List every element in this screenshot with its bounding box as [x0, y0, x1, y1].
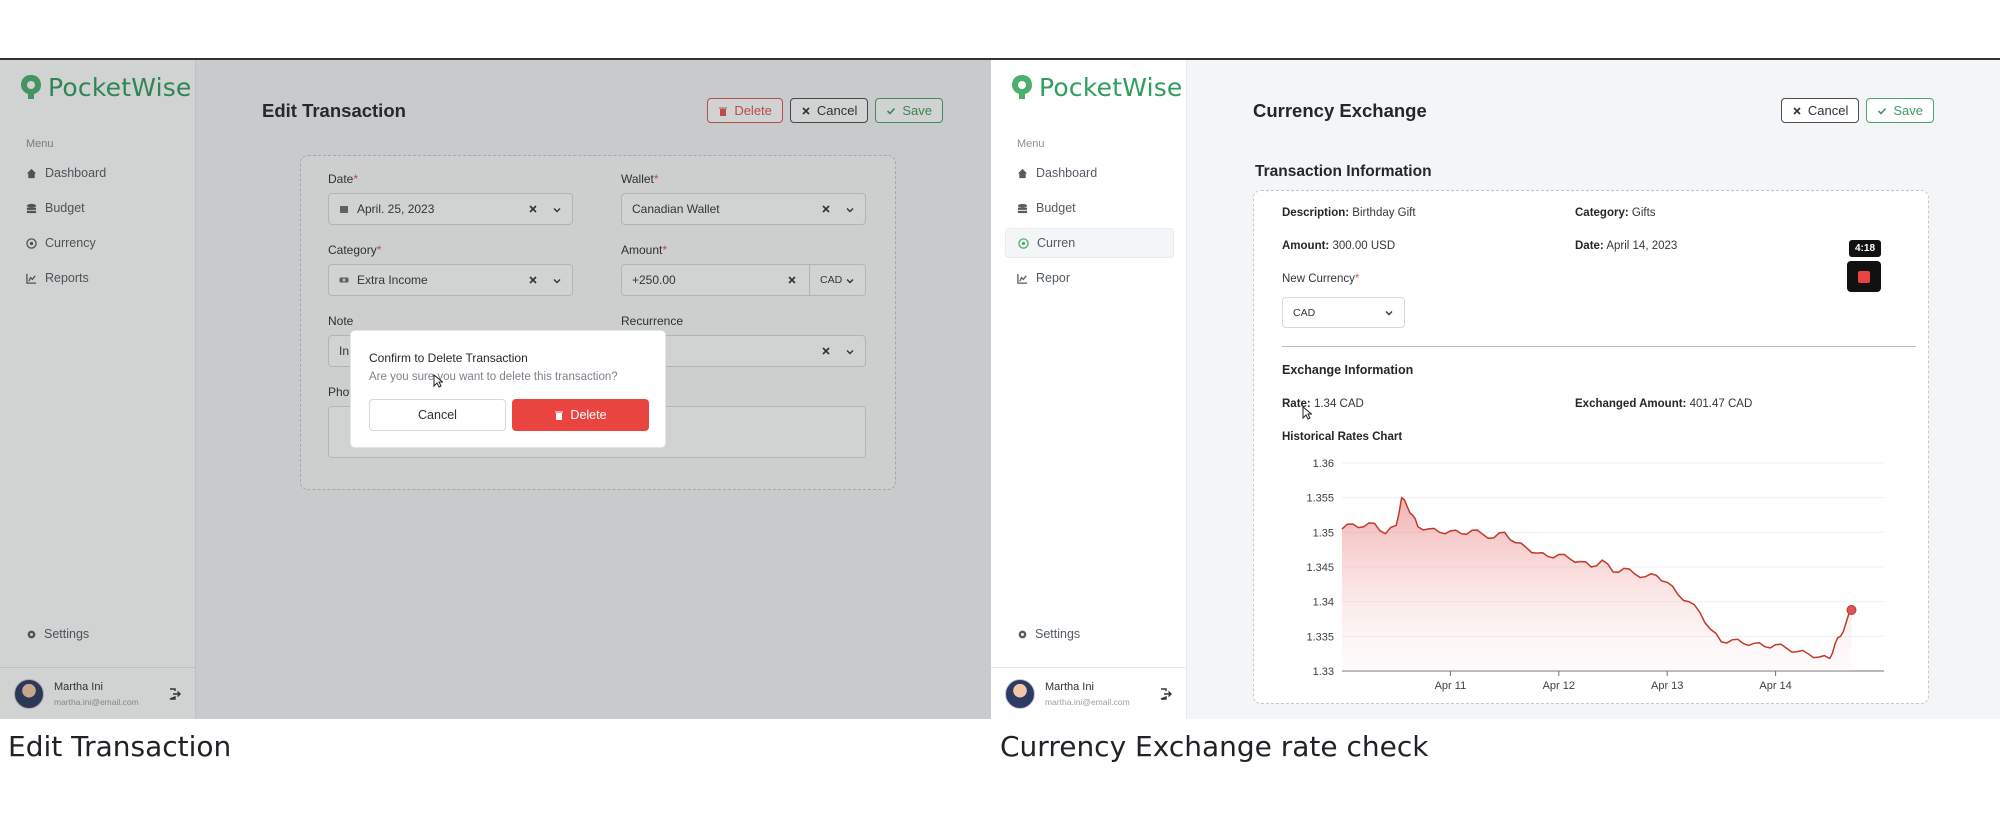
y-tick-label: 1.355 [1306, 493, 1334, 505]
user-name: Martha Ini [1045, 680, 1094, 693]
avatar[interactable] [1005, 678, 1035, 709]
sidebar: PocketWise Menu Dashboard Budget Curren [991, 60, 1187, 719]
rate-value: 1.34 CAD [1313, 398, 1364, 410]
dialog-title: Confirm to Delete Transaction [369, 351, 528, 365]
category-row: Category: Gifts [1575, 207, 1656, 219]
logo[interactable]: PocketWise [1011, 72, 1183, 102]
app-name: PocketWise [1039, 72, 1183, 102]
exchanged-amount-label: Exchanged Amount: [1575, 398, 1687, 410]
sidebar-item-label: Curren [1037, 236, 1076, 250]
y-tick-label: 1.33 [1313, 666, 1334, 678]
description-value: Birthday Gift [1352, 207, 1416, 219]
user-info: Martha Ini martha.ini@email.com [1045, 681, 1130, 707]
amount-value: 300.00 USD [1332, 240, 1396, 252]
amount-label: Amount: [1282, 240, 1330, 252]
mouse-cursor-icon [1302, 406, 1312, 420]
chevron-down-icon [1385, 311, 1393, 316]
transaction-info-card: Description: Birthday Gift Category: Gif… [1253, 190, 1929, 704]
confirm-delete-dialog: Confirm to Delete Transaction Are you su… [350, 330, 666, 448]
historical-rates-title: Historical Rates Chart [1282, 431, 1403, 443]
x-tick-label: Apr 12 [1543, 680, 1575, 692]
category-label: Category: [1575, 207, 1629, 219]
trash-icon [555, 411, 564, 420]
stop-recording-button[interactable] [1847, 261, 1881, 292]
sidebar-item-currency[interactable]: Curren [1005, 228, 1174, 258]
sidebar-item-reports[interactable]: Repor [1005, 263, 1174, 293]
coins-icon [1017, 203, 1028, 213]
save-button-label: Save [1893, 103, 1923, 118]
sidebar-item-label: Budget [1036, 201, 1076, 215]
cancel-button-label: Cancel [1807, 103, 1849, 118]
header-actions: Cancel Save [1780, 98, 1934, 123]
exchanged-amount-row: Exchanged Amount: 401.47 CAD [1575, 398, 1752, 410]
required-mark: * [1354, 273, 1360, 285]
rate-row: Rate: 1.34 CAD [1282, 398, 1364, 410]
sidebar-nav: Dashboard Budget Curren Repor [1005, 158, 1174, 298]
caption-left: Edit Transaction [8, 730, 232, 763]
date-value: April 14, 2023 [1606, 240, 1678, 252]
main-content: Currency Exchange Cancel Save Transactio… [1187, 60, 2000, 719]
close-icon [1793, 106, 1801, 115]
dialog-delete-label: Delete [570, 408, 607, 422]
page-title: Currency Exchange [1253, 100, 1427, 121]
chart-icon [1017, 273, 1028, 284]
screenshot-collage: PocketWise Menu Dashboard Budget Currenc… [0, 0, 2000, 831]
description-label: Description: [1282, 207, 1350, 219]
new-currency-label-row: New Currency* [1282, 273, 1359, 285]
sidebar-item-label: Dashboard [1036, 166, 1098, 180]
check-icon [1878, 107, 1887, 115]
y-tick-label: 1.335 [1306, 631, 1334, 643]
exchange-info-title: Exchange Information [1282, 363, 1414, 377]
date-row: Date: April 14, 2023 [1575, 240, 1677, 252]
latest-rate-point [1846, 604, 1857, 615]
description-row: Description: Birthday Gift [1282, 207, 1416, 219]
cancel-button[interactable]: Cancel [1780, 98, 1860, 123]
sidebar-item-budget[interactable]: Budget [1005, 193, 1174, 223]
gear-icon [1018, 630, 1027, 638]
historical-rates-chart: 1.36 1.355 1.35 1.345 1.34 1.335 1.33 Apr 11 Apr… [1306, 458, 1884, 692]
y-tick-label: 1.345 [1306, 562, 1334, 574]
caption-right: Currency Exchange rate check [1000, 730, 1429, 763]
new-currency-value: CAD [1293, 306, 1316, 319]
dialog-cancel-label: Cancel [418, 408, 457, 422]
new-currency-select[interactable]: CAD [1282, 297, 1405, 328]
exchanged-amount-value: 401.47 CAD [1689, 398, 1753, 410]
user-bar: Martha Ini martha.ini@email.com [991, 667, 1186, 719]
dialog-text: Are you sure you want to delete this tra… [369, 371, 618, 383]
x-tick-label: Apr 11 [1435, 680, 1467, 692]
amount-row: Amount: 300.00 USD [1282, 240, 1395, 252]
settings-label: Settings [1035, 627, 1081, 641]
recording-timer: 4:18 [1849, 240, 1881, 257]
sidebar-item-dashboard[interactable]: Dashboard [1005, 158, 1174, 188]
dialog-cancel-button[interactable]: Cancel [369, 399, 506, 431]
logout-icon[interactable] [1160, 688, 1172, 700]
home-icon [1017, 168, 1028, 178]
transaction-info-title: Transaction Information [1255, 163, 1432, 180]
section-divider [1282, 346, 1916, 347]
mouse-cursor-icon [433, 374, 443, 388]
y-tick-label: 1.36 [1313, 458, 1334, 470]
user-email: martha.ini@email.com [1045, 696, 1130, 707]
x-tick-label: Apr 13 [1651, 680, 1683, 692]
currency-icon [1018, 237, 1029, 249]
y-tick-label: 1.34 [1313, 597, 1334, 609]
dialog-delete-button[interactable]: Delete [512, 399, 649, 431]
y-tick-label: 1.35 [1313, 527, 1334, 539]
category-value: Gifts [1631, 207, 1656, 219]
currency-exchange-window: PocketWise Menu Dashboard Budget Curren [991, 58, 2000, 719]
sidebar-item-label: Repor [1036, 271, 1071, 285]
date-label: Date: [1575, 240, 1604, 252]
save-button[interactable]: Save [1866, 98, 1934, 123]
menu-label: Menu [1017, 138, 1045, 150]
sidebar-item-settings[interactable]: Settings [1017, 627, 1080, 641]
logo-icon [1012, 75, 1032, 99]
new-currency-label: New Currency [1282, 273, 1355, 285]
stop-icon [1858, 270, 1870, 283]
edit-transaction-window: PocketWise Menu Dashboard Budget Currenc… [0, 58, 991, 719]
x-tick-label: Apr 14 [1759, 680, 1791, 692]
